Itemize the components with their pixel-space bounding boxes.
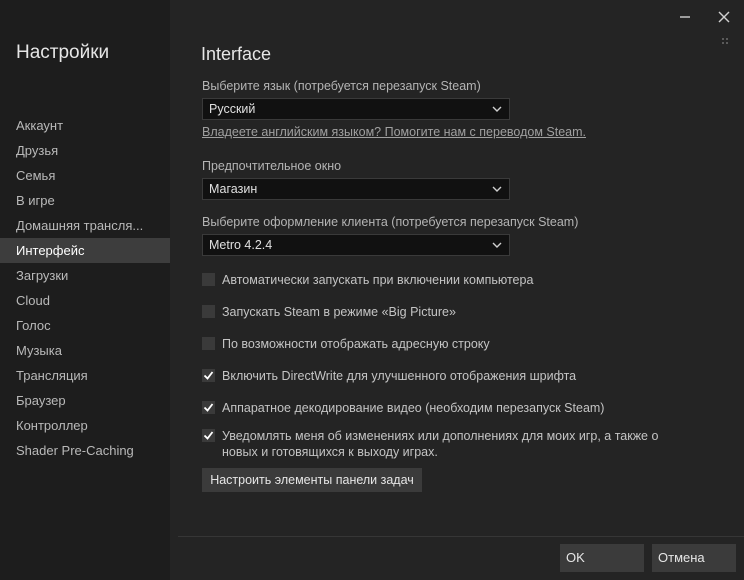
- language-select[interactable]: Русский: [202, 98, 510, 120]
- address-bar-label: По возможности отображать адресную строк…: [222, 337, 490, 351]
- sidebar-item-in-game[interactable]: В игре: [0, 188, 154, 213]
- big-picture-label: Запускать Steam в режиме «Big Picture»: [222, 305, 456, 319]
- close-icon: [718, 11, 730, 23]
- window-pref-select[interactable]: Магазин: [202, 178, 510, 200]
- sidebar-item-family[interactable]: Семья: [0, 163, 154, 188]
- sidebar-item-account[interactable]: Аккаунт: [0, 113, 154, 138]
- sidebar-item-music[interactable]: Музыка: [0, 338, 154, 363]
- resize-grip-icon[interactable]: [722, 38, 728, 44]
- minimize-icon: [680, 16, 690, 18]
- minimize-button[interactable]: [676, 10, 694, 28]
- notify-label-line2: новых и готовящихся к выходу играх.: [222, 445, 438, 459]
- window-pref-select-value: Магазин: [209, 182, 258, 196]
- notify-checkbox[interactable]: [202, 429, 215, 442]
- chevron-down-icon: [492, 242, 502, 248]
- cancel-button[interactable]: Отмена: [652, 544, 736, 572]
- checkmark-icon: [203, 403, 214, 412]
- hw-decoding-checkbox[interactable]: [202, 401, 215, 414]
- main-panel: Interface Выберите язык (потребуется пер…: [170, 0, 744, 580]
- sidebar-nav: Аккаунт Друзья Семья В игре Домашняя тра…: [0, 113, 170, 463]
- sidebar-item-browser[interactable]: Браузер: [0, 388, 154, 413]
- skin-select-value: Metro 4.2.4: [209, 238, 273, 252]
- checkmark-icon: [203, 371, 214, 380]
- ok-button[interactable]: OK: [560, 544, 644, 572]
- taskbar-settings-button[interactable]: Настроить элементы панели задач: [202, 468, 422, 492]
- chevron-down-icon: [492, 186, 502, 192]
- sidebar-item-controller[interactable]: Контроллер: [0, 413, 154, 438]
- language-select-value: Русский: [209, 102, 256, 116]
- sidebar-item-voice[interactable]: Голос: [0, 313, 154, 338]
- hw-decoding-label: Аппаратное декодирование видео (необходи…: [222, 401, 605, 415]
- address-bar-checkbox[interactable]: [202, 337, 215, 350]
- sidebar-item-shader-pre-caching[interactable]: Shader Pre-Caching: [0, 438, 154, 463]
- autostart-label: Автоматически запускать при включении ко…: [222, 273, 534, 287]
- translate-help-link[interactable]: Владеете английским языком? Помогите нам…: [202, 125, 586, 139]
- chevron-down-icon: [492, 106, 502, 112]
- directwrite-checkbox[interactable]: [202, 369, 215, 382]
- sidebar-item-interface[interactable]: Интерфейс: [0, 238, 170, 263]
- sidebar-item-home-streaming[interactable]: Домашняя трансля...: [0, 213, 154, 238]
- sidebar: Настройки Аккаунт Друзья Семья В игре До…: [0, 0, 170, 580]
- page-title: Interface: [201, 44, 272, 64]
- notify-label: Уведомлять меня об изменениях или дополн…: [222, 428, 658, 460]
- skin-select[interactable]: Metro 4.2.4: [202, 234, 510, 256]
- sidebar-item-broadcasting[interactable]: Трансляция: [0, 363, 154, 388]
- close-button[interactable]: [715, 10, 733, 28]
- skin-label: Выберите оформление клиента (потребуется…: [202, 215, 579, 229]
- big-picture-checkbox[interactable]: [202, 305, 215, 318]
- language-label: Выберите язык (потребуется перезапуск St…: [202, 79, 481, 93]
- window-pref-label: Предпочтительное окно: [202, 159, 342, 173]
- sidebar-item-downloads[interactable]: Загрузки: [0, 263, 154, 288]
- directwrite-label: Включить DirectWrite для улучшенного ото…: [222, 369, 577, 383]
- sidebar-title: Настройки: [16, 42, 110, 63]
- sidebar-item-friends[interactable]: Друзья: [0, 138, 154, 163]
- sidebar-item-cloud[interactable]: Cloud: [0, 288, 154, 313]
- autostart-checkbox[interactable]: [202, 273, 215, 286]
- checkmark-icon: [203, 431, 214, 440]
- notify-label-line1: Уведомлять меня об изменениях или дополн…: [222, 429, 659, 443]
- footer-divider: [178, 536, 744, 537]
